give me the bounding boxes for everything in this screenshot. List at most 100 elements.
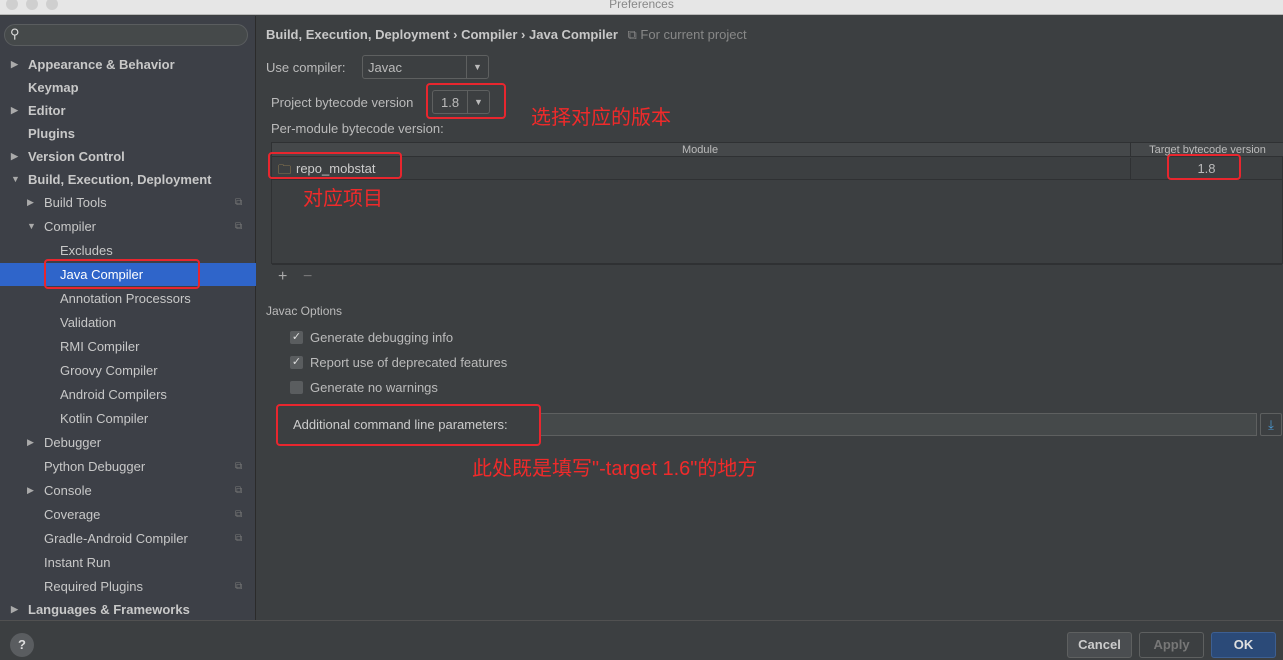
collapsed-arrow-icon[interactable]: ▶ xyxy=(11,53,18,76)
sidebar-item-label: Gradle-Android Compiler xyxy=(44,531,188,546)
expanded-arrow-icon[interactable]: ▼ xyxy=(11,168,20,191)
sidebar-item[interactable]: ▼ Build, Execution, Deployment xyxy=(0,168,256,191)
params-input[interactable] xyxy=(540,413,1257,436)
sidebar-item-label: Appearance & Behavior xyxy=(28,57,175,72)
sidebar-item[interactable]: ▶ Debugger xyxy=(0,431,256,454)
sidebar-item-label: Console xyxy=(44,483,92,498)
sidebar-item-label: Python Debugger xyxy=(44,459,146,474)
sidebar-item-label: Keymap xyxy=(28,80,79,95)
apply-button[interactable]: Apply xyxy=(1139,632,1204,658)
project-scope-icon: ⧉ xyxy=(627,27,637,42)
checkbox-label[interactable]: Report use of deprecated features xyxy=(310,355,507,370)
scope-label: For current project xyxy=(640,27,747,42)
annotation-box-java-compiler xyxy=(44,259,200,289)
sidebar-item[interactable]: ▶ Version Control xyxy=(0,145,256,168)
breadcrumb-separator: › xyxy=(521,27,526,42)
table-row[interactable]: 🗀 repo_mobstat 1.8 xyxy=(272,158,1282,180)
project-scope-icon: ⧉ xyxy=(235,197,243,208)
annotation-version: 选择对应的版本 xyxy=(531,107,671,129)
sidebar-item[interactable]: Plugins xyxy=(0,122,256,145)
project-scope-icon: ⧉ xyxy=(235,221,243,232)
collapsed-arrow-icon[interactable]: ▶ xyxy=(11,145,18,168)
project-bytecode-label: Project bytecode version xyxy=(271,95,414,110)
annotation-params: 此处既是填写"-target 1.6"的地方 xyxy=(472,458,758,480)
window-title: Preferences xyxy=(609,0,674,11)
sidebar-item[interactable]: Groovy Compiler xyxy=(0,359,256,382)
sidebar-item[interactable]: Validation xyxy=(0,311,256,334)
sidebar-item-label: Android Compilers xyxy=(60,387,167,402)
expand-params-icon[interactable]: ⤓ xyxy=(1260,413,1282,436)
breadcrumb-item[interactable]: Build, Execution, Deployment xyxy=(266,27,449,42)
sidebar-item-label: Required Plugins xyxy=(44,579,144,594)
per-module-table: Module Target bytecode version 🗀 repo_mo… xyxy=(271,142,1283,265)
sidebar-item[interactable]: Coverage ⧉ xyxy=(0,503,256,526)
per-module-label: Per-module bytecode version: xyxy=(271,121,444,136)
checkbox-label[interactable]: Generate debugging info xyxy=(310,330,453,345)
sidebar-item-label: Debugger xyxy=(44,435,102,450)
sidebar-item-label: Instant Run xyxy=(44,555,111,570)
sidebar-item[interactable]: Instant Run xyxy=(0,551,256,574)
sidebar-item-label: Annotation Processors xyxy=(60,291,191,306)
sidebar-item-label: Kotlin Compiler xyxy=(60,411,149,426)
remove-module-button[interactable]: − xyxy=(303,268,312,286)
project-scope-icon: ⧉ xyxy=(235,461,243,472)
sidebar-item[interactable]: Android Compilers xyxy=(0,383,256,406)
checkbox-no-warnings[interactable] xyxy=(290,381,303,394)
sidebar-item-label: Groovy Compiler xyxy=(60,363,158,378)
annotation-box-params xyxy=(276,404,541,446)
sidebar-item[interactable]: ▶ Appearance & Behavior xyxy=(0,53,256,76)
project-scope-icon: ⧉ xyxy=(235,485,243,496)
sidebar-item-label: Build, Execution, Deployment xyxy=(28,172,212,187)
annotation-box-bytecode xyxy=(426,83,506,119)
breadcrumb-item[interactable]: Compiler xyxy=(461,27,517,42)
compiler-value: Javac xyxy=(368,60,402,75)
collapsed-arrow-icon[interactable]: ▶ xyxy=(11,99,18,122)
collapsed-arrow-icon[interactable]: ▶ xyxy=(27,479,34,502)
breadcrumb-item: Java Compiler xyxy=(529,27,618,42)
help-button[interactable]: ? xyxy=(10,633,34,657)
cancel-button[interactable]: Cancel xyxy=(1067,632,1132,658)
collapsed-arrow-icon[interactable]: ▶ xyxy=(27,191,34,214)
sidebar-item[interactable]: Python Debugger ⧉ xyxy=(0,455,256,478)
sidebar-item[interactable]: RMI Compiler xyxy=(0,335,256,358)
sidebar-item-label: Compiler xyxy=(44,219,97,234)
sidebar-item[interactable]: Gradle-Android Compiler ⧉ xyxy=(0,527,256,550)
sidebar-item[interactable]: ▶ Languages & Frameworks xyxy=(0,598,256,621)
sidebar-item[interactable]: Annotation Processors xyxy=(0,287,256,310)
breadcrumb: Build, Execution, Deployment › Compiler … xyxy=(266,27,747,43)
sidebar-item[interactable]: Required Plugins ⧉ xyxy=(0,575,256,598)
checkbox-label[interactable]: Generate no warnings xyxy=(310,380,438,395)
checkbox-debug-info[interactable]: ✓ xyxy=(290,331,303,344)
project-scope-icon: ⧉ xyxy=(235,581,243,592)
collapsed-arrow-icon[interactable]: ▶ xyxy=(11,598,18,621)
sidebar-item-label: Coverage xyxy=(44,507,101,522)
project-scope-icon: ⧉ xyxy=(235,509,243,520)
sidebar-item[interactable]: ▶ Build Tools ⧉ xyxy=(0,191,256,214)
sidebar-item-label: RMI Compiler xyxy=(60,339,140,354)
annotation-box-module xyxy=(268,152,402,179)
sidebar-item[interactable]: ▼ Compiler ⧉ xyxy=(0,215,256,238)
title-bar: Preferences xyxy=(0,0,1283,15)
sidebar-item[interactable]: Keymap xyxy=(0,76,256,99)
compiler-select[interactable]: Javac ▼ xyxy=(362,55,489,79)
search-icon: ⚲ xyxy=(10,26,20,41)
ok-button[interactable]: OK xyxy=(1211,632,1276,658)
chevron-down-icon: ▼ xyxy=(466,56,488,78)
sidebar-item[interactable]: ▶ Editor xyxy=(0,99,256,122)
add-module-button[interactable]: + xyxy=(278,268,287,286)
sidebar-item-label: Build Tools xyxy=(44,195,107,210)
sidebar-item-label: Editor xyxy=(28,103,66,118)
sidebar-item-label: Version Control xyxy=(28,149,125,164)
checkbox-deprecated[interactable]: ✓ xyxy=(290,356,303,369)
search-input[interactable]: ⚲ xyxy=(4,24,248,46)
collapsed-arrow-icon[interactable]: ▶ xyxy=(27,431,34,454)
sidebar-item[interactable]: Kotlin Compiler xyxy=(0,407,256,430)
annotation-box-target xyxy=(1167,154,1241,180)
annotation-project: 对应项目 xyxy=(303,188,383,210)
expanded-arrow-icon[interactable]: ▼ xyxy=(27,215,36,238)
column-header-module[interactable]: Module xyxy=(682,143,718,157)
javac-options-section: Javac Options xyxy=(266,304,343,318)
sidebar-item-label: Languages & Frameworks xyxy=(28,602,190,617)
sidebar-item[interactable]: ▶ Console ⧉ xyxy=(0,479,256,502)
project-scope-icon: ⧉ xyxy=(235,533,243,544)
